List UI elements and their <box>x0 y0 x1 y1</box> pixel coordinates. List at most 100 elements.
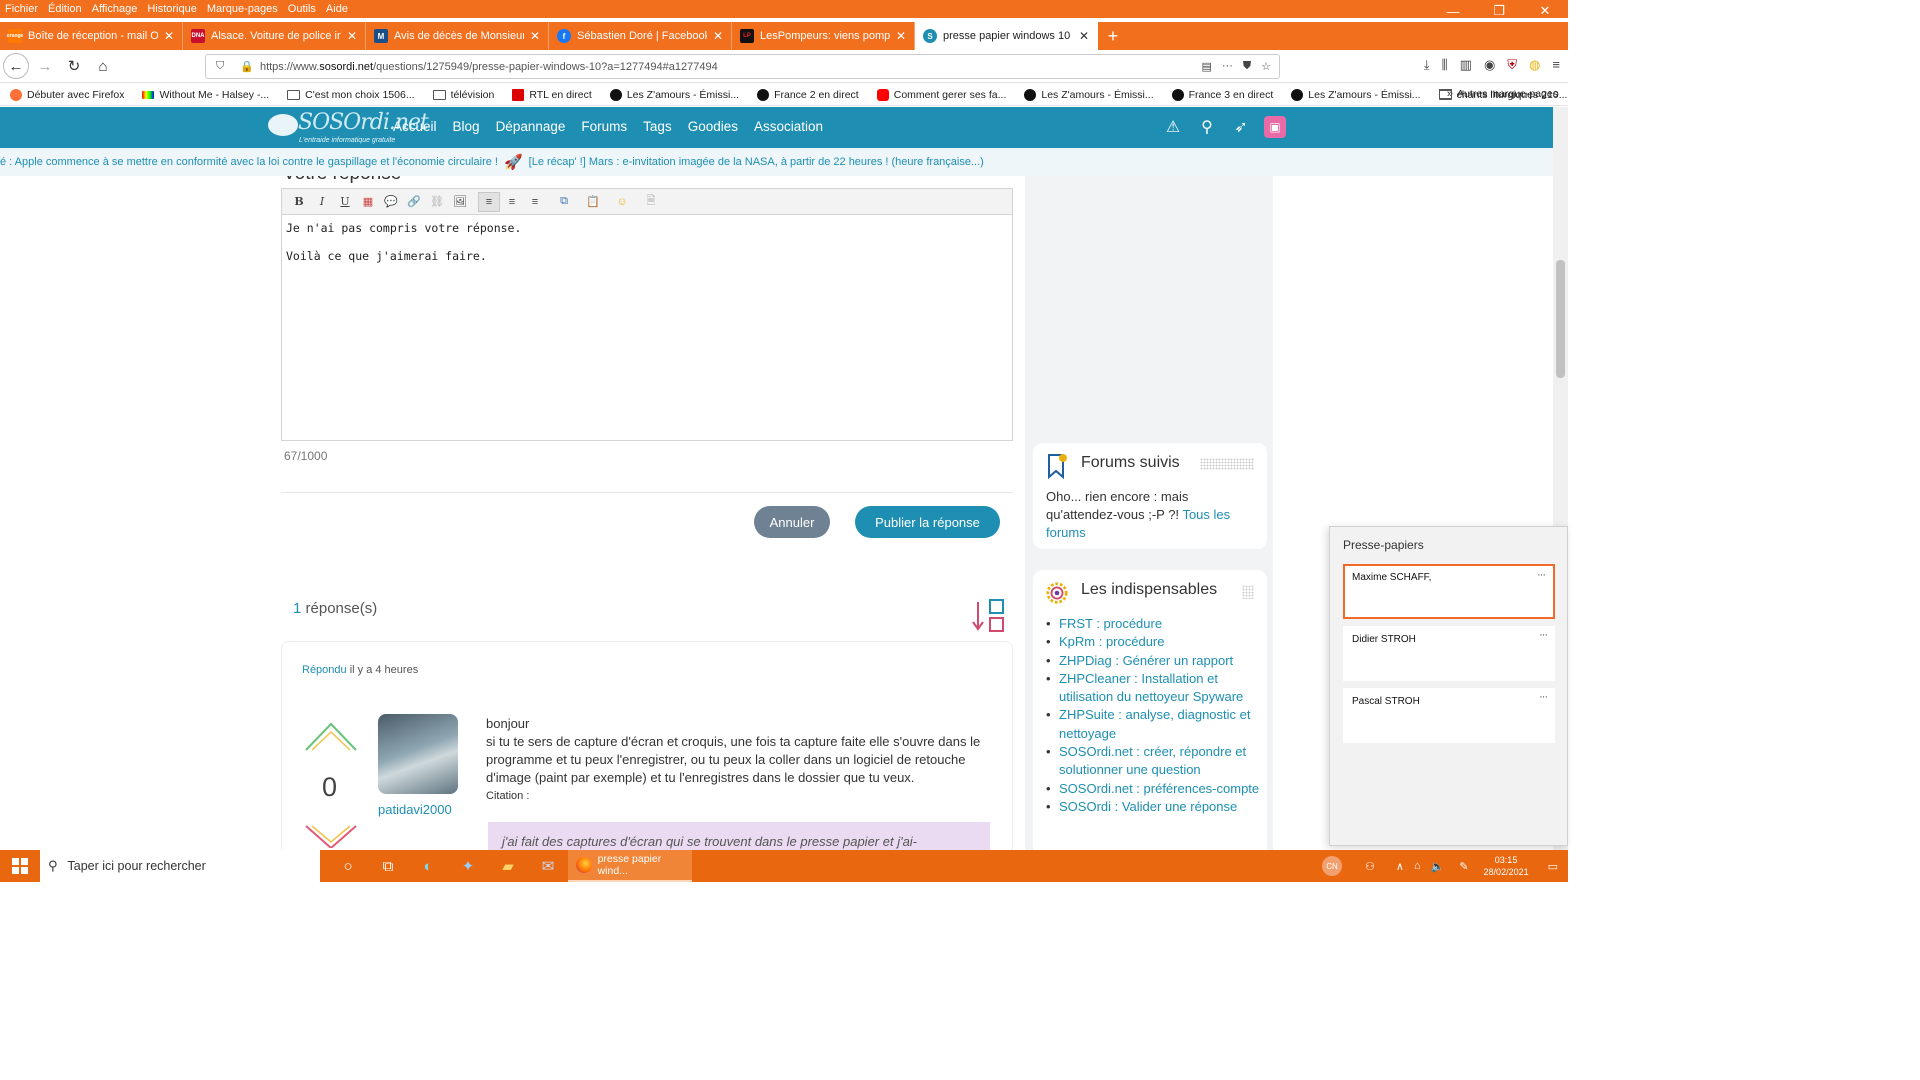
bookmark-item[interactable]: Comment gerer ses fa... <box>867 88 1015 101</box>
nav-blog[interactable]: Blog <box>453 119 480 134</box>
scrollbar-thumb[interactable] <box>1556 260 1565 378</box>
list-item[interactable]: SOSOrdi.net : préférences-compte <box>1046 780 1266 799</box>
list-item[interactable]: ZHPDiag : Générer un rapport <box>1046 652 1266 671</box>
pocket-icon[interactable]: ⛊ <box>1243 60 1251 73</box>
taskbar-search-input[interactable]: ⚲ Taper ici pour rechercher <box>40 850 320 882</box>
bookmark-item[interactable]: Without Me - Halsey -... <box>132 89 277 101</box>
reload-icon[interactable]: ↻ <box>61 53 87 79</box>
clock[interactable]: 03:15 28/02/2021 <box>1484 854 1529 878</box>
list-item[interactable]: SOSOrdi.net : créer, répondre et solutio… <box>1046 743 1266 780</box>
list-item[interactable]: ZHPCleaner : Installation et utilisation… <box>1046 670 1266 707</box>
network-icon[interactable]: ⌂ <box>1414 860 1421 872</box>
app-icon[interactable]: ✦ <box>448 850 488 882</box>
bookmark-item[interactable]: France 2 en direct <box>747 88 867 101</box>
forward-icon[interactable]: → <box>32 53 58 79</box>
user-avatar-icon[interactable]: ▣ <box>1264 116 1286 138</box>
ime-indicator[interactable]: CN <box>1322 856 1343 876</box>
close-tab-icon[interactable]: ✕ <box>347 29 357 43</box>
reply-editor[interactable]: B I U ▦ 💬 🔗 ⛓ 🖼 ≡ ≡ ≡ ⧉ 📋 ☺ 🗎 Je n'ai pa… <box>281 188 1013 441</box>
list-item[interactable]: ZHPSuite : analyse, diagnostic et nettoy… <box>1046 706 1266 743</box>
unlink-icon[interactable]: ⛓ <box>426 192 448 212</box>
tab-lespompeurs[interactable]: LP LesPompeurs: viens pomper ou✕ <box>732 22 915 50</box>
nav-tags[interactable]: Tags <box>643 119 672 134</box>
menu-marque-pages[interactable]: Marque-pages <box>202 3 283 15</box>
volume-icon[interactable]: 🔈 <box>1431 860 1445 873</box>
more-options-icon[interactable]: ··· <box>1537 569 1546 581</box>
cancel-button[interactable]: Annuler <box>754 506 830 538</box>
author-name[interactable]: patidavi2000 <box>378 802 452 817</box>
library-icon[interactable]: ⫼ <box>1442 57 1448 73</box>
menu-outils[interactable]: Outils <box>283 3 321 15</box>
page-actions-icon[interactable]: ··· <box>1222 60 1233 73</box>
align-right-icon[interactable]: ≡ <box>524 192 546 212</box>
bold-button[interactable]: B <box>288 192 310 212</box>
bookmark-item[interactable]: Les Z'amours - Émissi... <box>1014 88 1161 101</box>
menu-edition[interactable]: Édition <box>43 3 87 15</box>
list-item[interactable]: SOSOrdi : Valider une réponse <box>1046 798 1266 817</box>
close-tab-icon[interactable]: ✕ <box>896 29 906 43</box>
nav-depannage[interactable]: Dépannage <box>496 119 566 134</box>
more-options-icon[interactable]: ··· <box>1539 629 1548 641</box>
task-view-icon[interactable]: ⧉ <box>368 850 408 882</box>
clipboard-item[interactable]: Pascal STROH ··· <box>1343 688 1555 743</box>
upvote-icon[interactable] <box>304 720 358 756</box>
sort-icon[interactable] <box>972 598 1006 634</box>
clipboard-item[interactable]: Didier STROH ··· <box>1343 626 1555 681</box>
image-icon[interactable]: 🖼 <box>449 192 471 212</box>
edge-icon[interactable]: ◐ <box>408 850 448 882</box>
other-bookmarks[interactable]: Autres marque-pages <box>1439 88 1558 100</box>
close-tab-icon[interactable]: ✕ <box>1079 29 1089 43</box>
nav-association[interactable]: Association <box>754 119 823 134</box>
align-center-icon[interactable]: ≡ <box>501 192 523 212</box>
tab-orange-mail[interactable]: orange Boîte de réception - mail Orange✕ <box>0 22 183 50</box>
avatar[interactable] <box>378 714 458 794</box>
rocket-icon[interactable]: ➶ <box>1230 116 1252 138</box>
tab-facebook[interactable]: f Sébastien Doré | Facebook ✕ <box>549 22 732 50</box>
link-icon[interactable]: 🔗 <box>403 192 425 212</box>
lock-icon[interactable]: 🔒 <box>240 60 254 73</box>
comment-icon[interactable]: 💬 <box>380 192 402 212</box>
mail-icon[interactable]: ✉ <box>528 850 568 882</box>
url-text[interactable]: https://www.sosordi.net/questions/127594… <box>260 61 1202 73</box>
drag-handle-icon[interactable] <box>1200 458 1254 470</box>
downvote-icon[interactable] <box>304 822 358 848</box>
menu-fichier[interactable]: Fichier <box>0 3 43 15</box>
maximize-button[interactable]: ❐ <box>1476 0 1522 22</box>
nav-accueil[interactable]: Accueil <box>393 119 437 134</box>
bookmark-item[interactable]: RTL en direct <box>502 88 599 101</box>
tab-avis-deces[interactable]: M Avis de décès de Monsieur Pascal✕ <box>366 22 549 50</box>
nav-forums[interactable]: Forums <box>581 119 627 134</box>
publish-button[interactable]: Publier la réponse <box>855 506 1000 538</box>
drag-handle-icon[interactable] <box>1242 585 1254 599</box>
menu-historique[interactable]: Historique <box>142 3 202 15</box>
shield-icon[interactable]: ⛉ <box>216 60 224 73</box>
close-tab-icon[interactable]: ✕ <box>164 29 174 43</box>
search-icon[interactable]: ⚲ <box>1196 116 1218 138</box>
menu-icon[interactable]: ≡ <box>1552 57 1560 73</box>
url-bar[interactable]: ⛉ 🔒 https://www.sosordi.net/questions/12… <box>205 54 1280 79</box>
home-icon[interactable]: ⌂ <box>90 53 116 79</box>
back-icon[interactable]: ← <box>3 53 29 79</box>
ublock-icon[interactable]: ⛨ <box>1507 57 1517 73</box>
cortana-icon[interactable]: ○ <box>328 850 368 882</box>
editor-text[interactable]: Je n'ai pas compris votre réponse. Voilà… <box>282 215 1012 283</box>
bookmark-item[interactable]: France 3 en direct <box>1162 88 1282 101</box>
bookmark-item[interactable]: Les Z'amours - Émissi... <box>1281 88 1428 101</box>
clipboard-item[interactable]: Maxime SCHAFF, ··· <box>1343 564 1555 619</box>
bookmark-folder[interactable]: C'est mon choix 1506... <box>277 89 422 101</box>
code-icon[interactable]: ⧉ <box>553 192 575 212</box>
source-icon[interactable]: 🗎 <box>640 192 662 212</box>
sidebar-icon[interactable]: ▥ <box>1460 57 1472 73</box>
list-item[interactable]: FRST : procédure <box>1046 615 1266 634</box>
color-icon[interactable]: ▦ <box>357 192 379 212</box>
close-tab-icon[interactable]: ✕ <box>713 29 723 43</box>
tab-dna[interactable]: DNA Alsace. Voiture de police incendiée✕ <box>183 22 366 50</box>
bookmark-star-icon[interactable]: ☆ <box>1261 60 1271 73</box>
pen-icon[interactable]: ✎ <box>1459 860 1468 873</box>
account-icon[interactable]: ◉ <box>1484 57 1495 73</box>
smiley-icon[interactable]: ☺ <box>611 192 633 212</box>
minimize-button[interactable]: — <box>1430 0 1476 22</box>
list-item[interactable]: KpRm : procédure <box>1046 633 1266 652</box>
close-window-button[interactable]: ✕ <box>1522 0 1568 22</box>
paste-icon[interactable]: 📋 <box>582 192 604 212</box>
